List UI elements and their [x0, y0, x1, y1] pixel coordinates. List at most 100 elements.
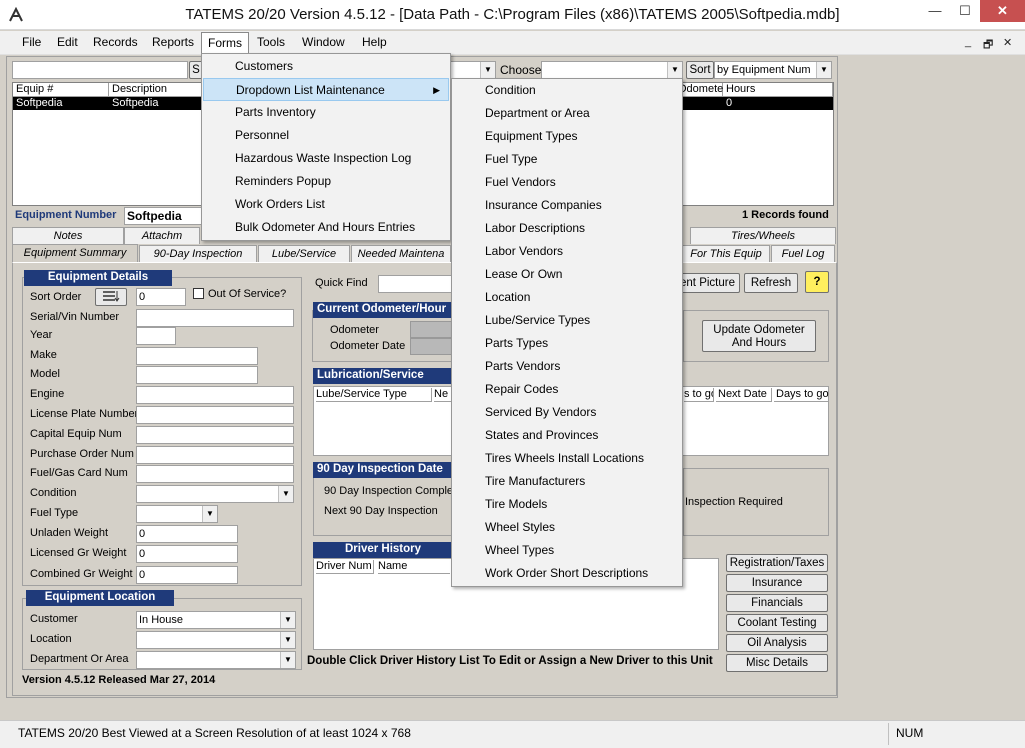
tab-lube-service[interactable]: Lube/Service [258, 245, 350, 262]
menu-item-hazardous-waste[interactable]: Hazardous Waste Inspection Log [203, 147, 449, 170]
column-header-lube-type[interactable]: Lube/Service Type [316, 388, 432, 402]
menu-reports[interactable]: Reports [148, 35, 198, 49]
choose-select[interactable]: ▼ [541, 61, 683, 79]
picture-button[interactable]: ent Picture [676, 273, 740, 293]
submenu-item[interactable]: Tire Manufacturers [453, 470, 585, 493]
column-header-miles-to-go[interactable]: s to go [684, 388, 714, 402]
submenu-item[interactable]: Wheel Styles [453, 516, 555, 539]
tab-equipment-summary[interactable]: Equipment Summary [12, 244, 138, 263]
menu-item-bulk-odometer[interactable]: Bulk Odometer And Hours Entries [203, 216, 449, 239]
submenu-item[interactable]: Equipment Types [453, 125, 578, 148]
out-of-service-checkbox[interactable] [193, 288, 204, 299]
capital-equip-field[interactable] [136, 426, 294, 444]
close-button[interactable]: ✕ [980, 0, 1025, 22]
filter-select[interactable]: ▼ [448, 61, 496, 79]
make-field[interactable] [136, 347, 258, 365]
engine-field[interactable] [136, 386, 294, 404]
model-field[interactable] [136, 366, 258, 384]
coolant-testing-button[interactable]: Coolant Testing [726, 614, 828, 632]
submenu-item[interactable]: Condition [453, 79, 536, 102]
submenu-item[interactable]: Fuel Vendors [453, 171, 556, 194]
registration-taxes-button[interactable]: Registration/Taxes [726, 554, 828, 572]
update-odometer-button[interactable]: Update Odometer And Hours [702, 320, 816, 352]
tab-notes[interactable]: Notes [12, 227, 124, 244]
submenu-item[interactable]: States and Provinces [453, 424, 598, 447]
combined-weight-field[interactable]: 0 [136, 566, 238, 584]
submenu-item[interactable]: Lube/Service Types [453, 309, 590, 332]
column-header-equip[interactable]: Equip # [13, 83, 109, 97]
help-icon[interactable]: ? [805, 271, 829, 293]
search-input[interactable] [12, 61, 188, 79]
submenu-item[interactable]: Labor Vendors [453, 240, 563, 263]
mdi-close-button[interactable]: ✕ [1003, 36, 1012, 49]
menu-edit[interactable]: Edit [53, 35, 82, 49]
column-header-description[interactable]: Description [109, 83, 209, 97]
submenu-item[interactable]: Lease Or Own [453, 263, 562, 286]
mdi-restore-button[interactable]: 🗗 [983, 36, 993, 55]
submenu-item[interactable]: Repair Codes [453, 378, 558, 401]
submenu-item[interactable]: Department or Area [453, 102, 590, 125]
submenu-item[interactable]: Parts Types [453, 332, 548, 355]
maximize-button[interactable]: ☐ [950, 0, 980, 22]
customer-select[interactable]: In House ▼ [136, 611, 296, 629]
misc-details-button[interactable]: Misc Details [726, 654, 828, 672]
tab-attachments[interactable]: Attachm [124, 227, 200, 244]
quick-find-input[interactable] [378, 275, 458, 293]
oil-analysis-button[interactable]: Oil Analysis [726, 634, 828, 652]
condition-select[interactable]: ▼ [136, 485, 294, 503]
menu-item-work-orders-list[interactable]: Work Orders List [203, 193, 449, 216]
menu-records[interactable]: Records [89, 35, 142, 49]
purchase-order-field[interactable] [136, 446, 294, 464]
submenu-item[interactable]: Tire Models [453, 493, 547, 516]
menu-window[interactable]: Window [298, 35, 349, 49]
submenu-item[interactable]: Fuel Type [453, 148, 537, 171]
column-header-days-to-go[interactable]: Days to go [774, 388, 829, 402]
insurance-button[interactable]: Insurance [726, 574, 828, 592]
menu-file[interactable]: File [18, 35, 45, 49]
submenu-item[interactable]: Wheel Types [453, 539, 554, 562]
menu-item-customers[interactable]: Customers [203, 55, 449, 78]
submenu-item[interactable]: Insurance Companies [453, 194, 602, 217]
submenu-item[interactable]: Serviced By Vendors [453, 401, 596, 424]
menu-tools[interactable]: Tools [253, 35, 289, 49]
column-header-next[interactable]: Ne [434, 388, 452, 402]
column-header-hours[interactable]: Hours [723, 83, 833, 97]
tab-tires-wheels[interactable]: Tires/Wheels [690, 227, 836, 244]
refresh-button[interactable]: Refresh [744, 273, 798, 293]
department-select[interactable]: ▼ [136, 651, 296, 669]
serial-vin-field[interactable] [136, 309, 294, 327]
menu-item-reminders-popup[interactable]: Reminders Popup [203, 170, 449, 193]
mdi-minimize-button[interactable]: _ [965, 36, 971, 48]
submenu-item[interactable]: Work Order Short Descriptions [453, 562, 648, 585]
location-select[interactable]: ▼ [136, 631, 296, 649]
menu-help[interactable]: Help [358, 35, 391, 49]
year-field[interactable] [136, 327, 176, 345]
license-plate-field[interactable] [136, 406, 294, 424]
sort-order-field[interactable]: 0 [136, 288, 186, 306]
tab-fuel-log[interactable]: Fuel Log [771, 245, 835, 262]
menu-forms[interactable]: Forms [201, 32, 249, 54]
minimize-button[interactable]: — [920, 0, 950, 22]
fuel-type-select[interactable]: ▼ [136, 505, 218, 523]
sort-button[interactable]: Sort [686, 61, 714, 79]
submenu-item[interactable]: Location [453, 286, 530, 309]
column-header-next-date[interactable]: Next Date [716, 388, 772, 402]
fuel-card-field[interactable] [136, 465, 294, 483]
menu-item-dropdown-list-maintenance[interactable]: Dropdown List Maintenance ▶ [203, 78, 449, 101]
menu-item-parts-inventory[interactable]: Parts Inventory [203, 101, 449, 124]
column-header-name[interactable]: Name [378, 560, 450, 574]
submenu-item[interactable]: Tires Wheels Install Locations [453, 447, 644, 470]
financials-button[interactable]: Financials [726, 594, 828, 612]
menu-item-personnel[interactable]: Personnel [203, 124, 449, 147]
equipment-number-field[interactable]: Softpedia [124, 207, 208, 225]
sort-select[interactable]: by Equipment Num ▼ [714, 61, 832, 79]
submenu-item[interactable]: Parts Vendors [453, 355, 560, 378]
licensed-weight-field[interactable]: 0 [136, 545, 238, 563]
column-header-driver-num[interactable]: Driver Num [316, 560, 374, 574]
sort-order-button[interactable] [95, 288, 127, 306]
unladen-weight-field[interactable]: 0 [136, 525, 238, 543]
tab-needed-maintenance[interactable]: Needed Maintena [351, 245, 451, 262]
tab-90-day-inspection[interactable]: 90-Day Inspection [139, 245, 257, 262]
tab-for-this-equip[interactable]: For This Equip [682, 245, 770, 262]
submenu-item[interactable]: Labor Descriptions [453, 217, 585, 240]
